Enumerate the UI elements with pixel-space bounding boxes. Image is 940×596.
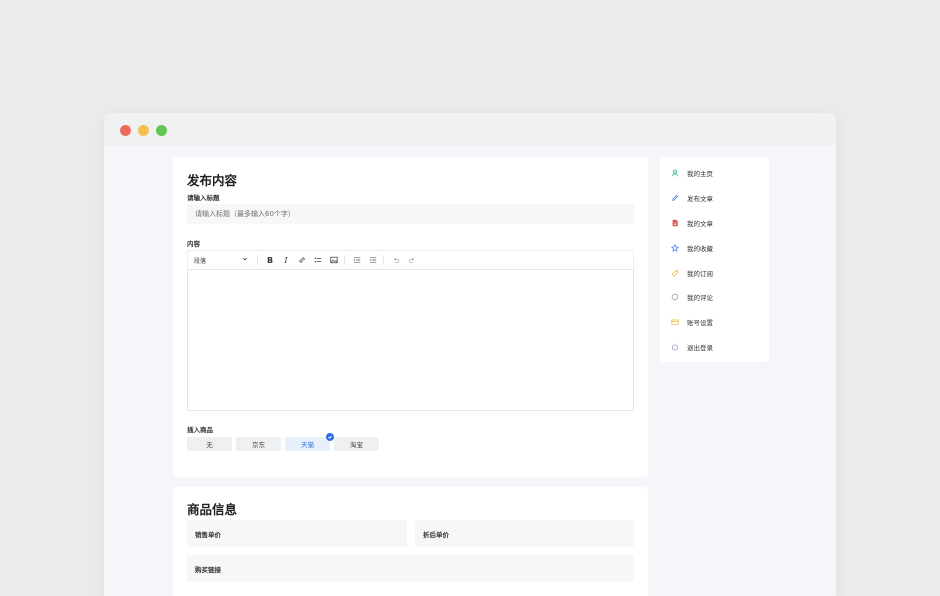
sidebar-item-my-articles[interactable]: 我的文章	[660, 211, 769, 236]
pencil-icon	[671, 194, 679, 202]
editor-toolbar: 段落 B I	[187, 250, 634, 269]
file-icon	[671, 219, 679, 227]
bullet-list-button[interactable]	[311, 253, 325, 267]
publish-card: 发布内容 请输入标题 内容 段落 B I	[173, 157, 648, 477]
link-icon	[299, 257, 305, 263]
power-icon	[671, 343, 679, 351]
buy-link-label: 购买链接	[195, 565, 221, 574]
toolbar-divider	[383, 255, 384, 265]
close-window-button[interactable]	[120, 125, 131, 136]
indent-icon	[369, 257, 377, 263]
product-info-heading: 商品信息	[187, 502, 238, 517]
content-label: 内容	[187, 240, 200, 248]
sidebar-item-label: 我的收藏	[687, 244, 713, 253]
sidebar-item-label: 发布文章	[687, 195, 713, 204]
indent-button[interactable]	[366, 253, 380, 267]
sidebar-item-label: 账号设置	[687, 319, 713, 328]
redo-button[interactable]	[405, 253, 419, 267]
paragraph-select[interactable]: 段落	[188, 251, 254, 269]
chip-label: 京东	[252, 441, 265, 449]
sale-price-label: 销售单价	[195, 530, 221, 539]
sidebar-item-logout[interactable]: 退出登录	[660, 335, 769, 360]
sidebar-item-subscriptions[interactable]: 我的订阅	[660, 260, 769, 285]
title-bar	[104, 113, 836, 146]
sidebar-item-label: 我的文章	[687, 219, 713, 228]
bold-button[interactable]: B	[263, 253, 277, 267]
link-button[interactable]	[295, 253, 309, 267]
product-source-chips: 无 京东 天猫 淘宝	[187, 433, 379, 451]
sidebar-item-label: 退出登录	[687, 343, 713, 352]
discount-price-field[interactable]: 折后单价	[415, 520, 634, 547]
discount-price-label: 折后单价	[423, 530, 449, 539]
undo-button[interactable]	[389, 253, 403, 267]
image-icon	[330, 256, 338, 264]
title-label: 请输入标题	[187, 194, 220, 202]
product-info-card: 商品信息 销售单价 折后单价 购买链接	[173, 487, 648, 596]
sidebar-item-label: 我的主页	[687, 170, 713, 179]
comment-icon	[671, 293, 679, 301]
chip-jd[interactable]: 京东	[236, 437, 281, 451]
italic-button[interactable]: I	[279, 253, 293, 267]
sidebar-item-comments[interactable]: 我的评论	[660, 285, 769, 310]
insert-product-label: 插入商品	[187, 426, 213, 434]
buy-link-field[interactable]: 购买链接	[187, 555, 634, 582]
sidebar-item-publish[interactable]: 发布文章	[660, 186, 769, 211]
minimize-window-button[interactable]	[138, 125, 149, 136]
title-input[interactable]	[187, 204, 634, 224]
toolbar-divider	[257, 255, 258, 265]
chip-taobao[interactable]: 淘宝	[334, 437, 379, 451]
toolbar-divider	[344, 255, 345, 265]
list-icon	[314, 257, 322, 263]
maximize-window-button[interactable]	[156, 125, 167, 136]
content-editor[interactable]	[187, 269, 634, 411]
user-icon	[671, 169, 679, 177]
star-icon	[671, 243, 679, 252]
sidebar-menu: 我的主页 发布文章 我的文章 我的收藏 我的订阅 我的评论 账号设置 退出登录	[660, 157, 769, 362]
sidebar-item-account-settings[interactable]: 账号设置	[660, 310, 769, 335]
outdent-icon	[353, 257, 361, 263]
check-icon	[326, 433, 334, 441]
redo-icon	[408, 257, 415, 263]
chip-label: 天猫	[301, 441, 314, 449]
sidebar-item-homepage[interactable]: 我的主页	[660, 161, 769, 186]
app-window: 发布内容 请输入标题 内容 段落 B I	[104, 113, 836, 596]
sidebar-item-label: 我的订阅	[687, 269, 713, 278]
outdent-button[interactable]	[350, 253, 364, 267]
publish-heading: 发布内容	[187, 173, 238, 188]
sidebar-item-favorites[interactable]: 我的收藏	[660, 235, 769, 260]
card-icon	[671, 318, 679, 326]
chip-none[interactable]: 无	[187, 437, 232, 451]
sidebar-item-label: 我的评论	[687, 294, 713, 303]
chip-tmall[interactable]: 天猫	[285, 433, 334, 451]
chevron-down-icon	[242, 256, 248, 264]
paragraph-select-value: 段落	[194, 257, 207, 265]
chip-label: 淘宝	[350, 441, 363, 449]
undo-icon	[393, 257, 400, 263]
tag-icon	[671, 269, 679, 277]
sale-price-field[interactable]: 销售单价	[187, 520, 407, 547]
chip-label: 无	[206, 441, 213, 449]
image-button[interactable]	[327, 253, 341, 267]
